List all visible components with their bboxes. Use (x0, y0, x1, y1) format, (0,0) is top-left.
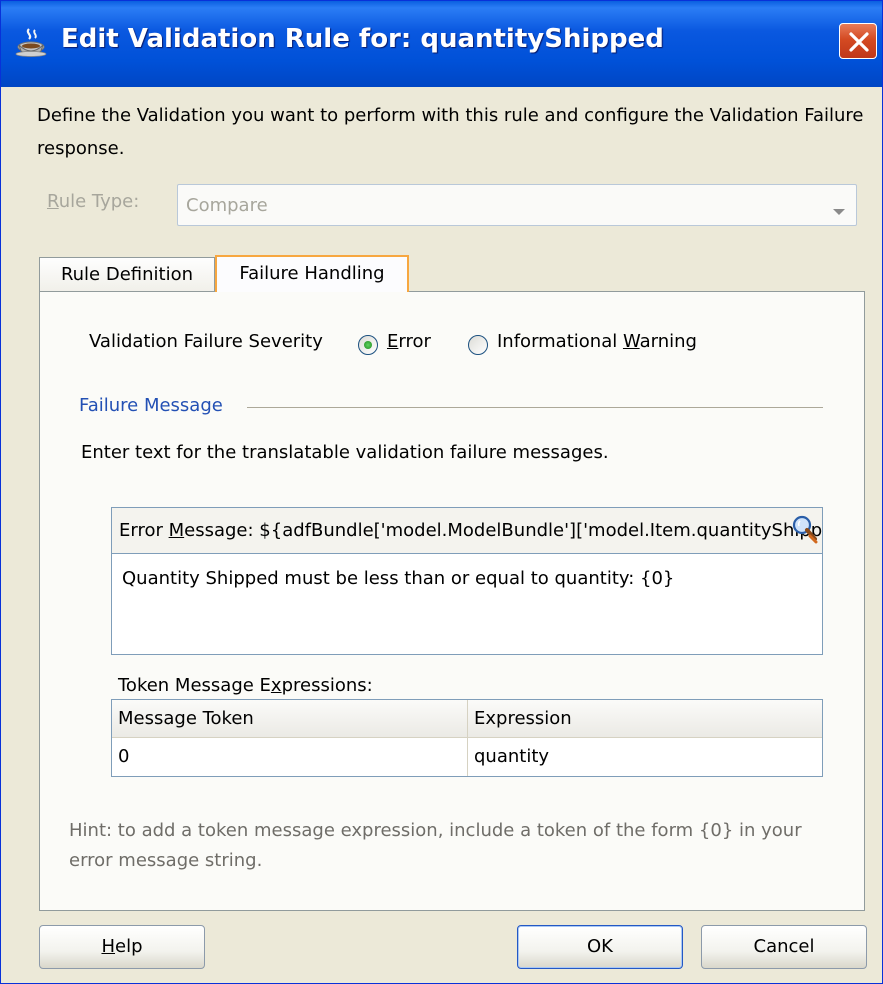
tab-rule-definition[interactable]: Rule Definition (39, 257, 215, 291)
close-button[interactable] (839, 23, 877, 59)
radio-informational-warning-label[interactable]: Informational Warning (497, 331, 697, 352)
failure-message-instructions: Enter text for the translatable validati… (81, 442, 609, 463)
failure-message-section-title: Failure Message (79, 395, 223, 416)
hint-text: Hint: to add a token message expression,… (69, 820, 802, 871)
dialog-window: Edit Validation Rule for: quantityShippe… (0, 0, 883, 984)
radio-error[interactable] (358, 335, 378, 355)
rule-type-value: Compare (186, 195, 268, 216)
radio-informational-warning[interactable] (468, 335, 488, 355)
chevron-down-icon (832, 201, 846, 222)
severity-label: Validation Failure Severity (89, 331, 323, 352)
error-message-label: Error Message: ${adfBundle['model.ModelB… (119, 520, 823, 541)
error-message-header: Error Message: ${adfBundle['model.ModelB… (111, 507, 823, 553)
dialog-description: Define the Validation you want to perfor… (37, 105, 864, 159)
token-expressions-table: Message Token Expression 0 quantity (111, 699, 823, 777)
token-expressions-label: Token Message Expressions: (118, 675, 373, 696)
error-message-text: Quantity Shipped must be less than or eq… (122, 568, 675, 589)
radio-error-label[interactable]: Error (387, 331, 431, 352)
cancel-button[interactable]: Cancel (701, 925, 867, 969)
section-divider (247, 407, 823, 408)
title-bar[interactable]: Edit Validation Rule for: quantityShippe… (1, 1, 882, 87)
tab-failure-handling[interactable]: Failure Handling (215, 255, 409, 292)
ok-button[interactable]: OK (517, 925, 683, 969)
column-header-expression[interactable]: Expression (468, 700, 822, 738)
coffee-cup-icon (15, 27, 49, 57)
table-cell-token[interactable]: 0 (112, 738, 468, 776)
window-title: Edit Validation Rule for: quantityShippe… (61, 24, 664, 54)
table-cell-expression[interactable]: quantity (468, 738, 822, 776)
magnifier-edit-icon[interactable] (790, 514, 820, 544)
close-icon (849, 32, 869, 52)
rule-type-label: Rule Type: (47, 191, 140, 212)
radio-selected-dot (364, 341, 372, 349)
column-header-message-token[interactable]: Message Token (112, 700, 468, 738)
error-message-textarea[interactable]: Quantity Shipped must be less than or eq… (111, 553, 823, 655)
rule-type-select[interactable]: Compare (177, 184, 857, 226)
help-button[interactable]: Help (39, 925, 205, 969)
